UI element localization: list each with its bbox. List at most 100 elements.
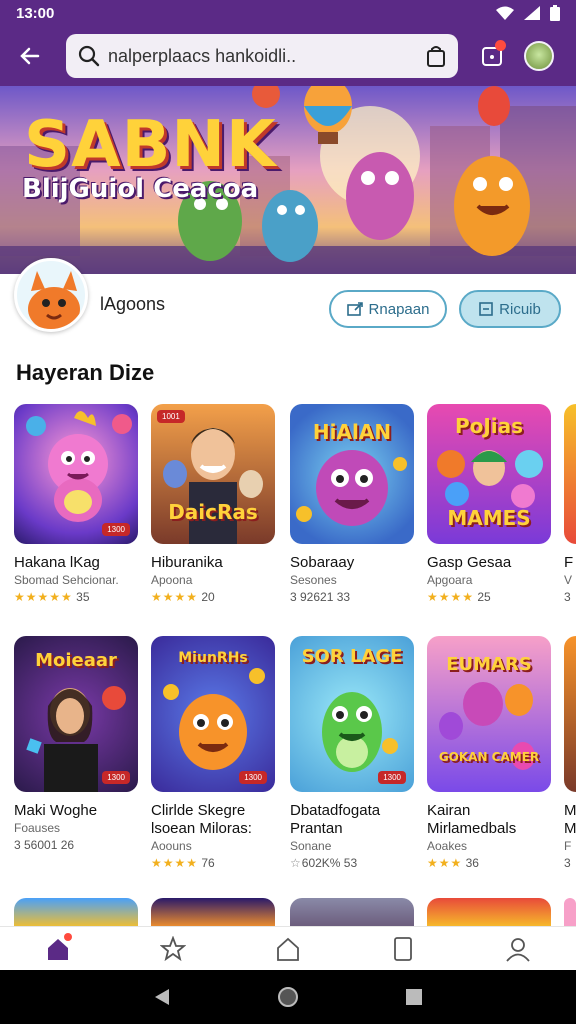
- game-developer: Apoona: [151, 573, 193, 587]
- game-developer: Sesones: [290, 573, 337, 587]
- thumbnail-title: EUMARS: [446, 654, 532, 675]
- nav-home[interactable]: [38, 929, 78, 969]
- game-thumbnail[interactable]: 1300: [14, 404, 138, 544]
- rating-stars: ★★★★★: [14, 590, 73, 604]
- game-title: Dbatadfogata: [290, 802, 381, 819]
- banner-subtitle: BlijGuiol Ceacoa: [22, 174, 259, 204]
- share-button-label: Rnapaan: [368, 300, 430, 318]
- game-title: Clirlde Skegre: [151, 802, 246, 819]
- game-card[interactable]: MiunRHs 1300 Clirlde Skegre lsoean Milor…: [151, 636, 275, 872]
- rating-value: 25: [477, 590, 491, 604]
- signal-icon: [524, 6, 540, 20]
- system-back-icon[interactable]: [153, 988, 171, 1006]
- rating-stars: ☆: [290, 856, 302, 870]
- follow-button[interactable]: Ricuib: [459, 290, 561, 328]
- game-thumbnail[interactable]: PoJias MAMES: [427, 404, 551, 544]
- game-thumbnail[interactable]: [14, 898, 138, 928]
- bag-icon[interactable]: [426, 45, 446, 67]
- game-thumbnail[interactable]: [427, 898, 551, 928]
- rating-value: 3: [564, 856, 571, 870]
- game-rating: ★★★ 36: [427, 854, 551, 872]
- rating-value: 3: [564, 590, 571, 604]
- rating-value: 76: [201, 856, 215, 870]
- game-thumbnail[interactable]: SOR LAGE 1300: [290, 636, 414, 792]
- avatar[interactable]: [524, 41, 554, 71]
- game-thumbnail[interactable]: [290, 898, 414, 928]
- game-card[interactable]: HiAlAN Sobaraay Sesones 3 92621 33: [290, 404, 414, 606]
- game-thumbnail[interactable]: EUMARS GOKAN CAMER: [427, 636, 551, 792]
- game-rating: ☆602K% 53: [290, 854, 414, 872]
- hero-banner[interactable]: SABNK BlijGuiol Ceacoa: [0, 86, 576, 274]
- game-card[interactable]: PoJias MAMES Gasp Gesaa Apgoara ★★★★ 25: [427, 404, 551, 606]
- game-card-partial[interactable]: F V 3: [564, 404, 576, 606]
- game-card[interactable]: SOR LAGE 1300 Dbatadfogata Prantan Sonan…: [290, 636, 414, 872]
- thumbnail-title: HiAlAN: [312, 420, 392, 444]
- thumbnail-subtitle: MAMES: [447, 506, 531, 530]
- game-thumbnail[interactable]: [151, 898, 275, 928]
- game-developer: Sonane: [290, 839, 332, 853]
- game-developer: F: [564, 839, 572, 853]
- price-badge: 1300: [102, 523, 130, 536]
- game-thumbnail[interactable]: MiunRHs 1300: [151, 636, 275, 792]
- system-navigation: [0, 970, 576, 1024]
- game-thumbnail[interactable]: HiAlAN: [290, 404, 414, 544]
- nav-favorites[interactable]: [153, 929, 193, 969]
- game-title-line2: Prantan: [290, 820, 343, 837]
- game-rating: ★★★★★ 35: [14, 588, 138, 606]
- share-icon: [346, 302, 363, 316]
- search-input[interactable]: nalperplaacs hankoidli..: [66, 34, 458, 78]
- game-card[interactable]: 1300 Hakana lKag Sbomad Sehcionar. ★★★★★…: [14, 404, 138, 606]
- banner-title: SABNK: [24, 108, 277, 182]
- game-title-line2: lsoean Miloras:: [151, 820, 252, 837]
- rating-value: 3 92621 33: [290, 590, 351, 604]
- price-badge: 1001: [157, 410, 185, 423]
- game-card[interactable]: 1001 DaicRas Hiburanika Apoona ★★★★ 20: [151, 404, 275, 606]
- nav-library[interactable]: [383, 929, 423, 969]
- battery-icon: [550, 5, 560, 21]
- tablet-icon: [394, 936, 413, 961]
- notification-button[interactable]: [476, 40, 508, 72]
- developer-avatar[interactable]: [14, 258, 88, 332]
- rating-stars: ★★★★: [427, 590, 475, 604]
- fox-character-icon: [28, 271, 80, 329]
- game-thumbnail[interactable]: [564, 898, 576, 928]
- rating-value: 3 56001 26: [14, 838, 75, 852]
- price-badge: 1300: [239, 771, 267, 784]
- game-card[interactable]: EUMARS GOKAN CAMER Kairan Mirlamedbals A…: [427, 636, 551, 872]
- game-thumbnail[interactable]: [564, 636, 576, 792]
- game-card-partial[interactable]: M M F 3: [564, 636, 576, 872]
- thumbnail-title: Moieaar: [35, 650, 117, 671]
- thumbnail-title: MiunRHs: [178, 650, 248, 666]
- status-bar: 13:00: [0, 0, 576, 26]
- rating-value: 20: [201, 590, 215, 604]
- follow-button-label: Ricuib: [499, 300, 541, 318]
- game-rating: ★★★★ 25: [427, 588, 551, 606]
- game-thumbnail[interactable]: [564, 404, 576, 544]
- game-title: Maki Woghe: [14, 802, 98, 819]
- game-title-line2: Mirlamedbals: [427, 820, 517, 837]
- list-icon: [479, 302, 493, 316]
- app-bar: nalperplaacs hankoidli..: [0, 26, 576, 86]
- game-rating: ★★★★ 20: [151, 588, 275, 606]
- section-title: Hayeran Dize: [16, 360, 155, 385]
- game-card[interactable]: Moieaar 1300 Maki Woghe Foauses 3 56001 …: [14, 636, 138, 854]
- rating-value: 36: [465, 856, 479, 870]
- system-recents-icon[interactable]: [405, 988, 423, 1006]
- back-button[interactable]: [12, 38, 48, 74]
- system-home-icon[interactable]: [277, 986, 299, 1008]
- rating-value: 35: [76, 590, 90, 604]
- game-title: M: [564, 802, 576, 819]
- game-developer: V: [564, 573, 573, 587]
- nav-profile[interactable]: [498, 929, 538, 969]
- notification-badge: [495, 40, 506, 51]
- nav-badge: [63, 932, 72, 941]
- search-icon: [78, 45, 100, 67]
- price-badge: 1300: [378, 771, 406, 784]
- share-button[interactable]: Rnapaan: [329, 290, 447, 328]
- thumbnail-title: SOR LAGE: [301, 646, 403, 667]
- developer-name: lAgoons: [100, 294, 166, 314]
- game-thumbnail[interactable]: 1001 DaicRas: [151, 404, 275, 544]
- status-time: 13:00: [16, 4, 55, 22]
- game-thumbnail[interactable]: Moieaar 1300: [14, 636, 138, 792]
- nav-house[interactable]: [268, 929, 308, 969]
